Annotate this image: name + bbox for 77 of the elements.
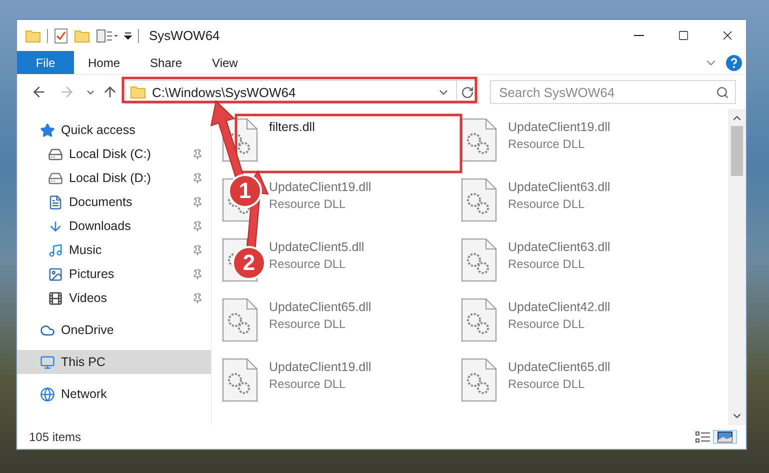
scrollbar[interactable]	[728, 109, 746, 425]
help-icon[interactable]	[726, 54, 742, 70]
star-icon	[40, 122, 55, 138]
file-type: Resource DLL	[508, 257, 586, 271]
file-menu-button[interactable]: File	[17, 51, 74, 74]
drive-icon	[48, 170, 63, 186]
file-type: Resource DLL	[269, 317, 347, 331]
file-name[interactable]: UpdateClient19.dll	[508, 120, 610, 134]
file-type: Resource DLL	[508, 317, 586, 331]
file-type: Resource DLL	[269, 197, 347, 211]
ribbon-tab[interactable]: Home	[74, 51, 134, 74]
properties-icon[interactable]	[96, 28, 118, 42]
nav-item[interactable]: Network	[17, 382, 211, 406]
nav-item[interactable]: Videos	[17, 286, 211, 310]
gear-file-icon	[461, 358, 497, 402]
file-name[interactable]: UpdateClient65.dll	[508, 360, 610, 374]
file-name[interactable]: UpdateClient65.dll	[269, 300, 372, 314]
folder-icon[interactable]	[74, 28, 90, 42]
drive-icon	[48, 146, 63, 162]
file-type: Resource DLL	[508, 137, 586, 151]
gear-file-icon	[461, 118, 497, 162]
file-type: Resource DLL	[508, 197, 586, 211]
file-name[interactable]: filters.dll	[269, 120, 315, 134]
file-name[interactable]: UpdateClient19.dll	[269, 180, 372, 194]
address-bar[interactable]: C:\Windows\SysWOW64	[125, 80, 479, 104]
nav-item[interactable]: Music	[17, 238, 211, 262]
checklist-icon[interactable]	[54, 28, 68, 44]
nav-item[interactable]: Pictures	[17, 262, 211, 286]
nav-item[interactable]: Local Disk (D:)	[17, 166, 211, 190]
maximize-icon	[678, 30, 688, 41]
minimize-icon	[634, 35, 644, 36]
nav-item[interactable]: OneDrive	[17, 318, 211, 342]
ribbon-tab[interactable]: View	[198, 51, 252, 74]
document-icon	[48, 194, 63, 210]
file-name[interactable]: UpdateClient63.dll	[508, 180, 610, 194]
gear-file-icon	[461, 298, 497, 342]
file-name[interactable]: UpdateClient19.dll	[269, 360, 372, 374]
nav-item[interactable]: Downloads	[17, 214, 211, 238]
gear-file-icon	[222, 298, 258, 342]
search-field[interactable]: Search SysWOW64	[490, 80, 736, 104]
music-note-icon	[48, 242, 63, 258]
gear-file-icon	[222, 358, 258, 402]
pin-icon[interactable]	[192, 244, 203, 256]
pin-icon[interactable]	[192, 172, 203, 184]
nav-item[interactable]: Quick access	[17, 118, 211, 142]
folder-icon	[25, 28, 41, 42]
refresh-icon	[461, 86, 474, 98]
ribbon-tab[interactable]: Share	[136, 51, 196, 74]
nav-item[interactable]: Documents	[17, 190, 211, 214]
file-type: Resource DLL	[269, 257, 347, 271]
file-name[interactable]: UpdateClient63.dll	[508, 240, 610, 254]
large-icons-view-button[interactable]	[714, 431, 736, 443]
network-icon	[40, 386, 55, 402]
pin-icon[interactable]	[192, 220, 203, 232]
film-icon	[48, 290, 63, 306]
pin-icon[interactable]	[192, 196, 203, 208]
gear-file-icon	[461, 238, 497, 282]
dropdown-icon[interactable]	[124, 32, 132, 40]
gear-file-icon	[461, 178, 497, 222]
scroll-thumb[interactable]	[731, 126, 743, 176]
file-type: Resource DLL	[508, 377, 586, 391]
nav-item[interactable]: Local Disk (C:)	[17, 142, 211, 166]
pin-icon[interactable]	[192, 292, 203, 304]
file-type: Resource DLL	[269, 377, 347, 391]
pin-icon[interactable]	[192, 148, 203, 160]
picture-icon	[48, 266, 63, 282]
address-path: C:\Windows\SysWOW64	[152, 84, 297, 100]
cloud-icon	[40, 322, 55, 338]
download-icon	[48, 218, 63, 234]
item-count: 105 items	[29, 430, 82, 444]
nav-item[interactable]: This PC	[17, 350, 211, 374]
file-name[interactable]: UpdateClient42.dll	[508, 300, 610, 314]
monitor-icon	[40, 354, 55, 370]
window-title: SysWOW64	[149, 28, 221, 43]
folder-icon	[130, 85, 146, 99]
file-name[interactable]: UpdateClient5.dll	[269, 240, 364, 254]
pin-icon[interactable]	[192, 268, 203, 280]
